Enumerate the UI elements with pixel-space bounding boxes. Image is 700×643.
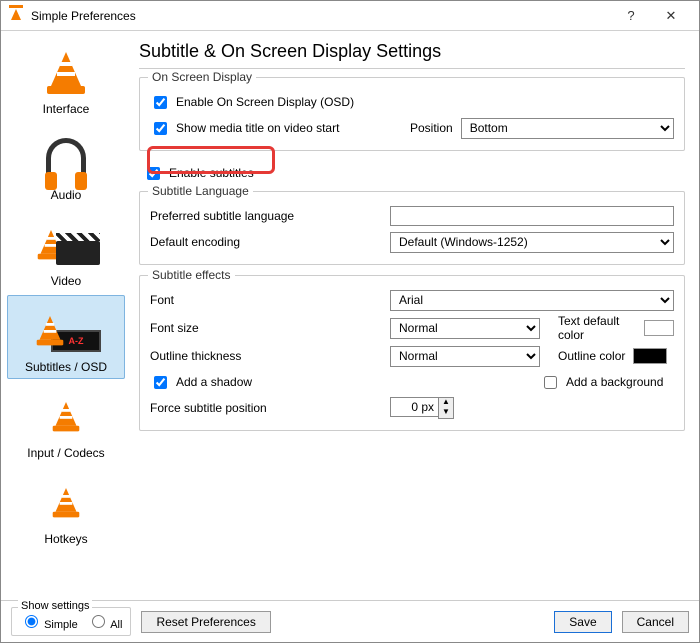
divider xyxy=(139,68,685,69)
checkbox-label: Enable On Screen Display (OSD) xyxy=(176,95,354,109)
add-background-checkbox[interactable]: Add a background xyxy=(540,373,663,392)
enable-subtitles-input[interactable] xyxy=(147,167,160,180)
force-position-spinner[interactable]: ▲ ▼ xyxy=(390,397,454,419)
add-shadow-input[interactable] xyxy=(154,376,167,389)
subtitle-effects-group: Subtitle effects Font Arial Font size No… xyxy=(139,275,685,431)
mode-all-radio[interactable]: All xyxy=(87,619,123,631)
outline-thickness-select[interactable]: Normal xyxy=(390,346,540,367)
font-select[interactable]: Arial xyxy=(390,290,674,311)
show-media-title-input[interactable] xyxy=(154,122,167,135)
group-title: Subtitle Language xyxy=(148,184,253,198)
window-title: Simple Preferences xyxy=(31,9,611,23)
titlebar: Simple Preferences ? ✕ xyxy=(1,1,699,31)
sidebar-item-audio[interactable]: Audio xyxy=(7,123,125,207)
add-background-input[interactable] xyxy=(544,376,557,389)
font-size-label: Font size xyxy=(150,321,390,335)
page-title: Subtitle & On Screen Display Settings xyxy=(139,41,685,62)
font-label: Font xyxy=(150,293,390,307)
sidebar-item-label: Video xyxy=(10,274,122,288)
default-encoding-select[interactable]: Default (Windows-1252) xyxy=(390,232,674,253)
sidebar-item-subtitles-osd[interactable]: A-Z Subtitles / OSD xyxy=(7,295,125,379)
vlc-app-icon xyxy=(9,8,25,24)
text-color-swatch[interactable] xyxy=(644,320,674,336)
sidebar-item-interface[interactable]: Interface xyxy=(7,37,125,121)
cone-icon xyxy=(10,44,122,100)
subtitle-language-group: Subtitle Language Preferred subtitle lan… xyxy=(139,191,685,265)
sidebar-item-video[interactable]: Video xyxy=(7,209,125,293)
keycap-icon xyxy=(10,474,122,530)
sidebar-item-label: Audio xyxy=(10,188,122,202)
save-button[interactable]: Save xyxy=(554,611,611,633)
spin-down-icon[interactable]: ▼ xyxy=(439,408,453,418)
category-sidebar: Interface Audio Video A-Z Subtitles / OS… xyxy=(1,31,131,600)
outline-thickness-label: Outline thickness xyxy=(150,349,390,363)
checkbox-label: Show media title on video start xyxy=(176,121,339,135)
reset-preferences-button[interactable]: Reset Preferences xyxy=(141,611,270,633)
add-shadow-checkbox[interactable]: Add a shadow xyxy=(150,373,290,392)
group-title: Subtitle effects xyxy=(148,268,235,282)
cancel-button[interactable]: Cancel xyxy=(622,611,689,633)
headphones-icon xyxy=(10,130,122,186)
clapper-icon xyxy=(10,216,122,272)
font-size-select[interactable]: Normal xyxy=(390,318,540,339)
outline-color-label: Outline color xyxy=(558,349,625,363)
sidebar-item-label: Input / Codecs xyxy=(10,446,122,460)
enable-osd-checkbox[interactable]: Enable On Screen Display (OSD) xyxy=(150,93,354,112)
close-button[interactable]: ✕ xyxy=(651,2,691,30)
force-position-input[interactable] xyxy=(390,397,438,417)
sidebar-item-hotkeys[interactable]: Hotkeys xyxy=(7,467,125,551)
preferred-language-input[interactable] xyxy=(390,206,674,226)
default-encoding-label: Default encoding xyxy=(150,235,390,249)
force-position-label: Force subtitle position xyxy=(150,401,390,415)
text-color-label: Text default color xyxy=(558,314,636,342)
sidebar-item-input-codecs[interactable]: Input / Codecs xyxy=(7,381,125,465)
preferences-window: Simple Preferences ? ✕ Interface Audio V… xyxy=(0,0,700,643)
preferred-language-label: Preferred subtitle language xyxy=(150,209,390,223)
mode-simple-radio[interactable]: Simple xyxy=(20,619,78,631)
sidebar-item-label: Hotkeys xyxy=(10,532,122,546)
group-title: Show settings xyxy=(18,600,92,612)
position-select[interactable]: Bottom xyxy=(461,118,674,139)
osd-group: On Screen Display Enable On Screen Displ… xyxy=(139,77,685,151)
sidebar-item-label: Interface xyxy=(10,102,122,116)
osd-icon: A-Z xyxy=(10,302,122,358)
sidebar-item-label: Subtitles / OSD xyxy=(10,360,122,374)
enable-subtitles-checkbox[interactable]: Enable subtitles xyxy=(143,164,254,183)
help-button[interactable]: ? xyxy=(611,2,651,30)
group-title: On Screen Display xyxy=(148,70,256,84)
checkbox-label: Add a background xyxy=(566,375,663,389)
settings-panel: Subtitle & On Screen Display Settings On… xyxy=(131,31,699,600)
puzzle-icon xyxy=(10,388,122,444)
show-media-title-checkbox[interactable]: Show media title on video start xyxy=(150,119,410,138)
position-label: Position xyxy=(410,121,453,135)
enable-osd-input[interactable] xyxy=(154,96,167,109)
checkbox-label: Enable subtitles xyxy=(169,166,254,180)
checkbox-label: Add a shadow xyxy=(176,375,252,389)
show-settings-group: Show settings Simple All xyxy=(11,607,131,636)
outline-color-swatch[interactable] xyxy=(633,348,667,364)
footer: Show settings Simple All Reset Preferenc… xyxy=(1,600,699,642)
